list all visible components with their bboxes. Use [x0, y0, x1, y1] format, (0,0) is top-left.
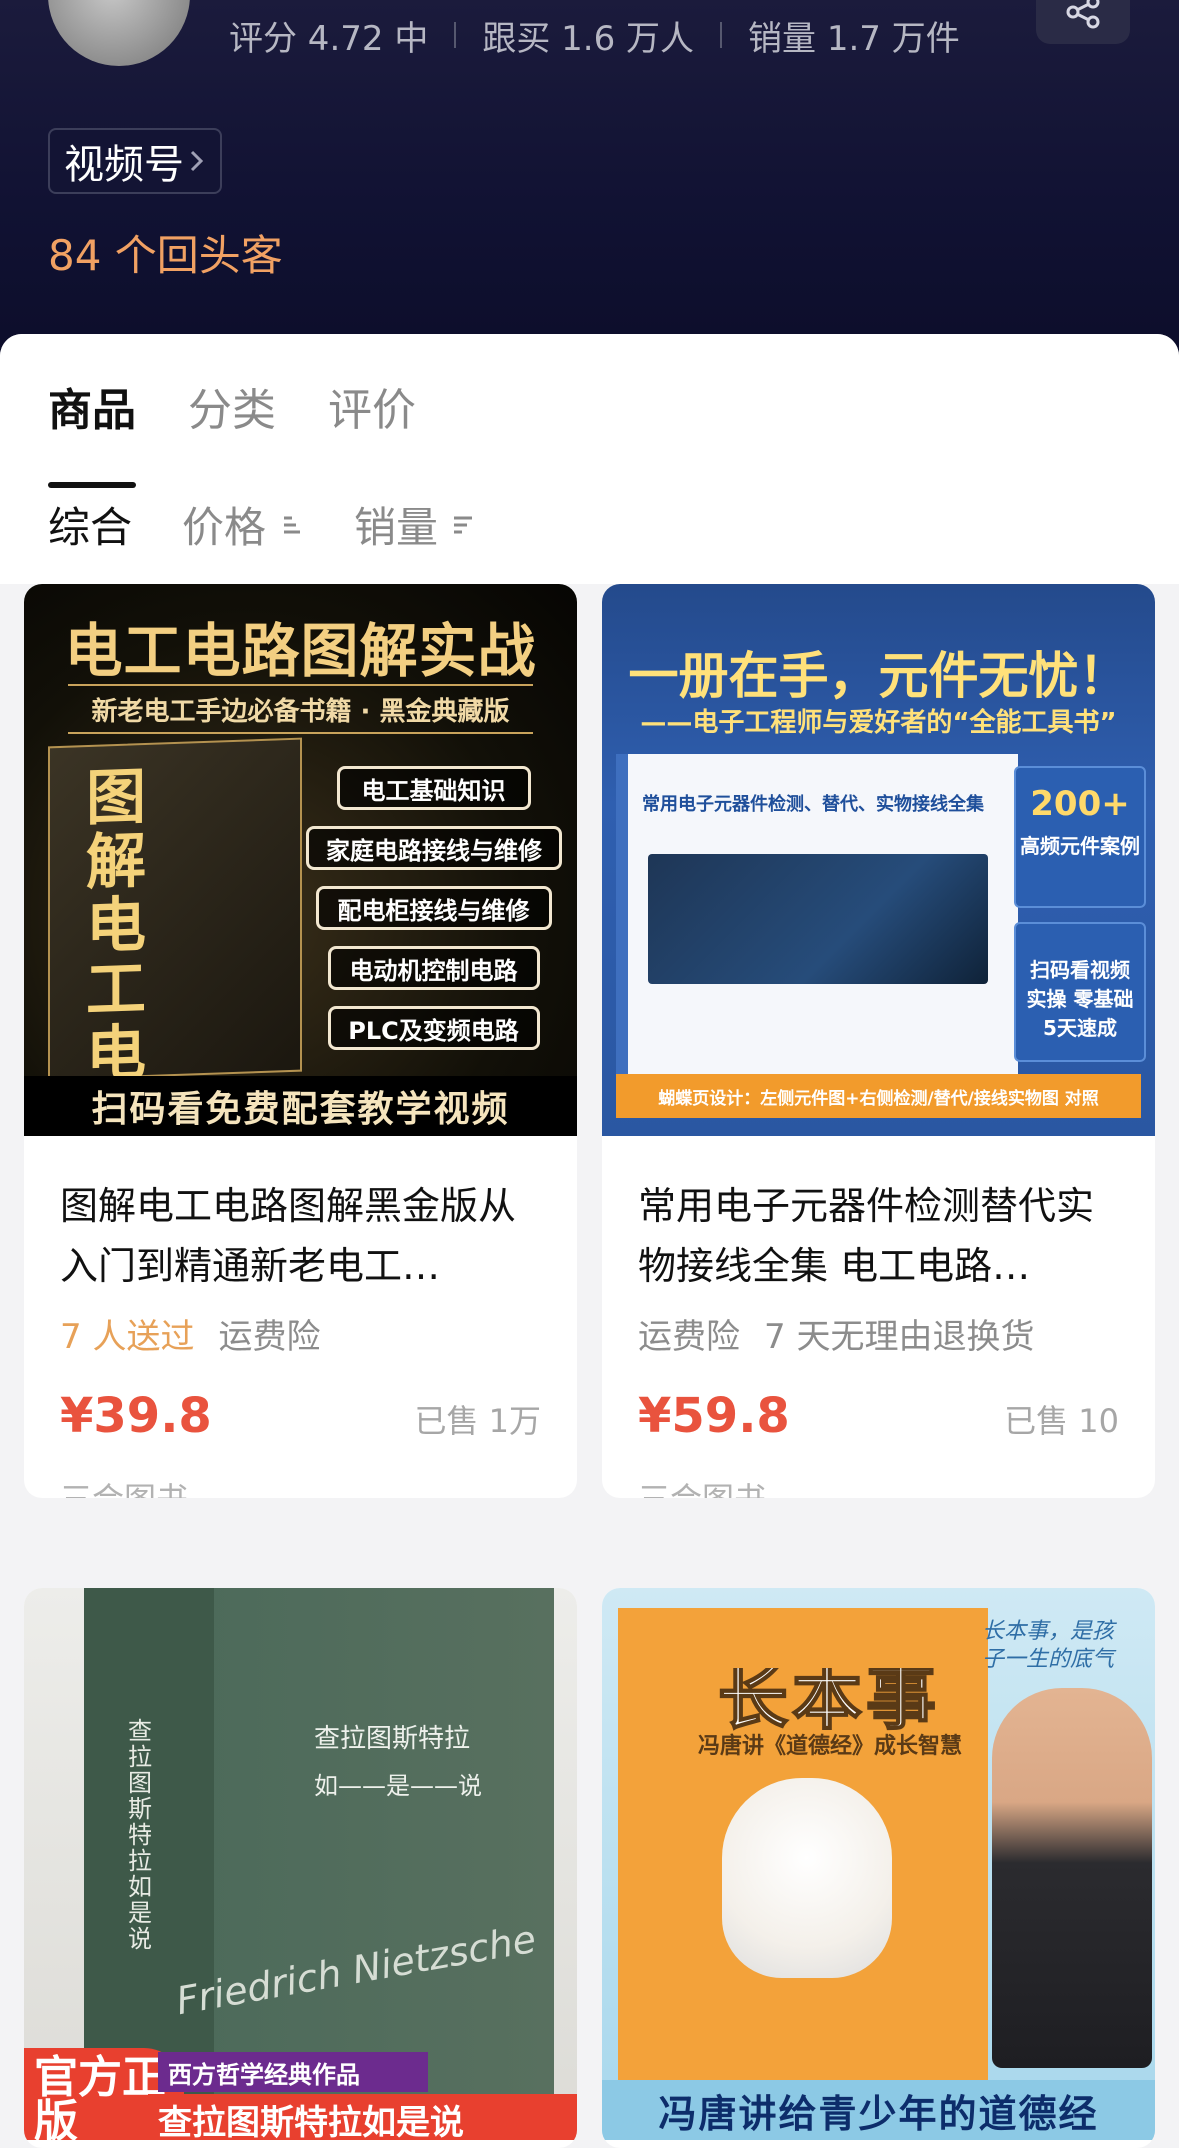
product-price: ¥59.8	[638, 1388, 790, 1444]
divider	[720, 22, 723, 48]
content-panel: 商品 分类 评价 综合 价格 销量 电工电路图解实战 新老电工手边必备书籍 · …	[0, 334, 1179, 2148]
book-cover: 常用电子元器件检测、替代、实物接线全集	[616, 754, 1018, 1079]
shop-name: 三合图书	[638, 1474, 1119, 1498]
product-image[interactable]: 电工电路图解实战 新老电工手边必备书籍 · 黑金典藏版 图解电工电路 电工基础知…	[24, 584, 577, 1136]
cover-topic: PLC及变频电路	[327, 1006, 540, 1050]
cover-ribbon: 西方哲学经典作品	[158, 2052, 428, 2092]
sage-illustration	[722, 1778, 892, 1978]
circuit-board-image	[648, 854, 988, 984]
product-image[interactable]: 长本事 冯唐讲《道德经》成长智慧 长本事，是孩子一生的底气 冯唐讲给青少年的道德…	[602, 1588, 1155, 2140]
cover-side-box: 200+ 高频元件案例	[1014, 766, 1146, 908]
shop-header: 评分 4.72 中 跟买 1.6 万人 销量 1.7 万件 视频号 84 个回头…	[0, 0, 1179, 370]
product-card[interactable]: 查拉图斯特拉如是说 查拉图斯特拉 如——是——说 Friedrich Nietz…	[24, 1588, 577, 2148]
product-title[interactable]: 图解电工电路图解黑金版从入门到精通新老电工…	[60, 1176, 541, 1296]
sort-label: 综合	[48, 503, 133, 552]
case-label: 高频元件案例	[1020, 834, 1140, 858]
cover-band: 扫码看免费配套教学视频	[24, 1076, 577, 1136]
sold-count: 已售 1万	[414, 1402, 541, 1440]
sort-label: 价格	[182, 503, 267, 552]
return-policy-tag: 7 天无理由退换货	[764, 1316, 1035, 1357]
cover-side-box: 扫码看视频实操 零基础5天速成	[1014, 922, 1146, 1062]
shop-avatar[interactable]	[48, 0, 190, 66]
tab-categories[interactable]: 分类	[188, 374, 276, 450]
gift-tag: 7 人送过	[60, 1316, 195, 1357]
cover-band: 冯唐讲给青少年的道德经	[602, 2080, 1155, 2140]
book-title: 查拉图斯特拉	[314, 1724, 471, 1754]
shop-name: 三合图书	[60, 1474, 541, 1498]
shipping-insurance-tag: 运费险	[218, 1316, 321, 1357]
tab-bar: 商品 分类 评价	[48, 374, 468, 488]
tab-reviews[interactable]: 评价	[328, 374, 416, 450]
video-channel-tag[interactable]: 视频号	[48, 128, 222, 194]
cover-band: 查拉图斯特拉如是说	[148, 2094, 577, 2140]
followers-stat: 跟买 1.6 万人	[482, 18, 695, 59]
sort-label: 销量	[354, 503, 439, 552]
sort-price[interactable]: 价格	[182, 494, 304, 555]
chevron-right-icon	[188, 146, 206, 176]
cover-headline: 电工电路图解实战	[64, 617, 537, 685]
sold-count: 已售 10	[1004, 1402, 1119, 1440]
product-title[interactable]: 常用电子元器件检测替代实物接线全集 电工电路…	[638, 1176, 1119, 1296]
share-icon	[1066, 0, 1100, 29]
sort-order-icon	[450, 512, 476, 538]
product-card[interactable]: 一册在手，元件无忧！ ——电子工程师与爱好者的“全能工具书” 常用电子元器件检测…	[602, 584, 1155, 1498]
cover-topic: 电动机控制电路	[327, 946, 540, 990]
cover-subline: ——电子工程师与爱好者的“全能工具书”	[640, 708, 1117, 738]
author-photo	[992, 1688, 1152, 2068]
case-count: 200+	[1030, 784, 1130, 824]
shop-stats: 评分 4.72 中 跟买 1.6 万人 销量 1.7 万件	[229, 12, 960, 59]
tab-products[interactable]: 商品	[48, 374, 136, 488]
rating-stat: 评分 4.72 中	[229, 18, 429, 59]
repeat-customers: 84 个回头客	[48, 231, 283, 280]
sort-order-icon	[278, 512, 304, 538]
cover-topic: 配电柜接线与维修	[315, 886, 552, 930]
product-card[interactable]: 电工电路图解实战 新老电工手边必备书籍 · 黑金典藏版 图解电工电路 电工基础知…	[24, 584, 577, 1498]
price-row: ¥59.8 已售 10	[638, 1388, 1119, 1444]
cover-quote: 长本事，是孩子一生的底气	[982, 1619, 1115, 1672]
cover-topic: 电工基础知识	[336, 766, 531, 810]
product-price: ¥39.8	[60, 1388, 212, 1444]
book-subtitle: 冯唐讲《道德经》成长智慧	[698, 1734, 963, 1759]
product-card[interactable]: 长本事 冯唐讲《道德经》成长智慧 长本事，是孩子一生的底气 冯唐讲给青少年的道德…	[602, 1588, 1155, 2148]
channel-tag-label: 视频号	[64, 142, 184, 188]
product-image[interactable]: 查拉图斯特拉如是说 查拉图斯特拉 如——是——说 Friedrich Nietz…	[24, 1588, 577, 2140]
cover-subline: 新老电工手边必备书籍 · 黑金典藏版	[68, 684, 533, 734]
divider	[454, 22, 457, 48]
book-title-line2: 如——是——说	[314, 1772, 482, 1800]
sort-comprehensive[interactable]: 综合	[48, 494, 132, 555]
shipping-insurance-tag: 运费险	[638, 1316, 740, 1357]
cover-topics: 电工基础知识 家庭电路接线与维修 配电柜接线与维修 电动机控制电路 PLC及变频…	[306, 766, 562, 1066]
product-image[interactable]: 一册在手，元件无忧！ ——电子工程师与爱好者的“全能工具书” 常用电子元器件检测…	[602, 584, 1155, 1136]
cover-topic: 家庭电路接线与维修	[306, 826, 562, 870]
book-cover: 图解电工电路	[48, 737, 302, 1136]
cover-headline: 一册在手，元件无忧！	[628, 647, 1129, 705]
book-title: 常用电子元器件检测、替代、实物接线全集	[642, 794, 984, 815]
panel-top: 商品 分类 评价 综合 价格 销量	[0, 334, 1179, 584]
sales-stat: 销量 1.7 万件	[748, 18, 960, 59]
share-button[interactable]	[1036, 0, 1130, 44]
price-row: ¥39.8 已售 1万	[60, 1388, 541, 1444]
product-tags: 7 人送过 运费险	[60, 1308, 541, 1358]
sort-bar: 综合 价格 销量	[48, 494, 526, 555]
product-tags: 运费险 7 天无理由退换货	[638, 1308, 1119, 1358]
video-note: 扫码看视频实操 零基础5天速成	[1026, 958, 1134, 1040]
sort-sales[interactable]: 销量	[354, 494, 476, 555]
spine-title: 查拉图斯特拉如是说	[128, 1717, 152, 1953]
cover-band: 蝴蝶页设计：左侧元件图+右侧检测/替代/接线实物图 对照	[616, 1074, 1141, 1118]
